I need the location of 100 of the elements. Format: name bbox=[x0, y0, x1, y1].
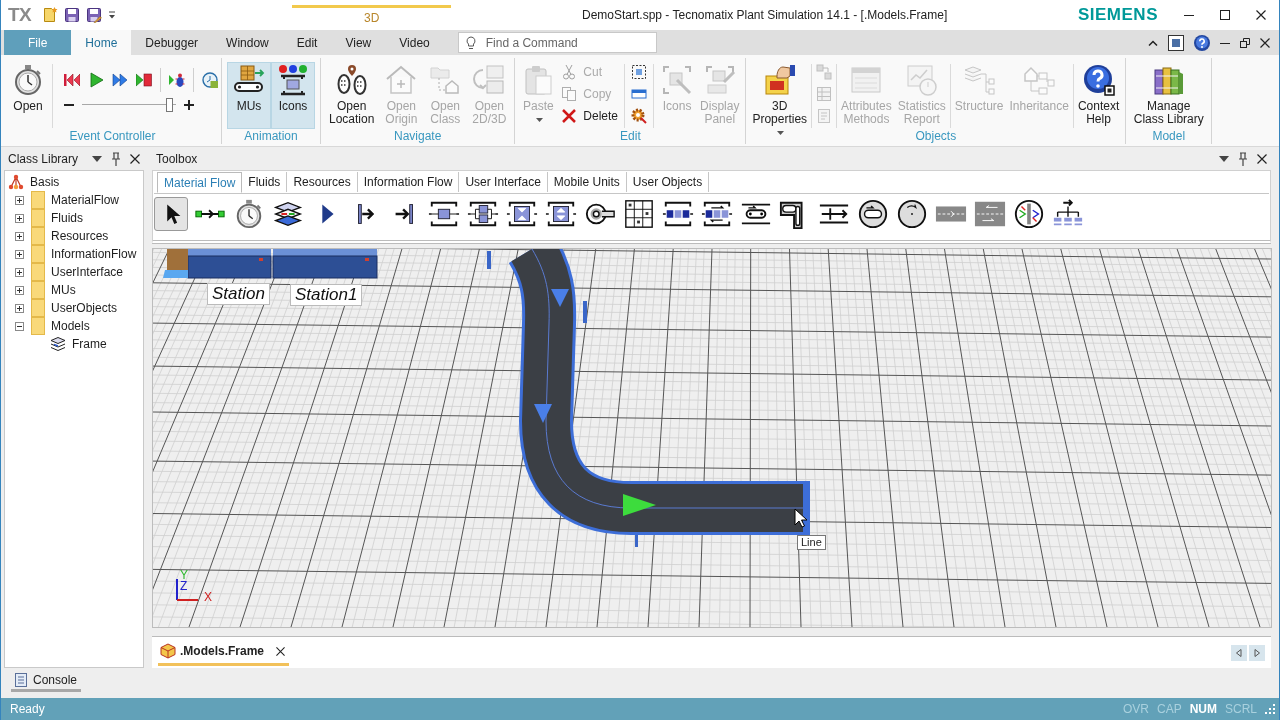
help-icon[interactable] bbox=[1194, 34, 1210, 51]
scroll-right-icon[interactable] bbox=[1249, 644, 1265, 661]
slider-thumb[interactable] bbox=[166, 98, 174, 112]
context-help-button[interactable]: Context Help bbox=[1074, 62, 1123, 129]
toolbox-tab[interactable]: Information Flow bbox=[357, 172, 460, 192]
swap-tiles-icon bbox=[473, 64, 506, 96]
station-model[interactable] bbox=[272, 249, 378, 279]
expand-icon[interactable] bbox=[15, 303, 24, 313]
panel-title: Class Library bbox=[8, 152, 79, 166]
document-tab[interactable]: .Models.Frame bbox=[158, 639, 290, 666]
toolbox-tab[interactable]: Resources bbox=[287, 172, 358, 192]
conveyor-line[interactable] bbox=[508, 249, 810, 535]
collapse-icon[interactable] bbox=[15, 321, 24, 331]
toolbox-tab[interactable]: User Interface bbox=[459, 172, 548, 192]
tree-item[interactable]: MaterialFlow bbox=[49, 193, 119, 207]
pin-icon[interactable] bbox=[111, 152, 121, 166]
ribbon-tab[interactable]: Video bbox=[385, 30, 444, 55]
tree-item[interactable]: MUs bbox=[49, 283, 76, 297]
fast-forward-icon[interactable] bbox=[112, 72, 128, 88]
axis-gizmo-icon bbox=[176, 579, 198, 601]
expand-icon[interactable] bbox=[15, 195, 24, 205]
expand-icon[interactable] bbox=[15, 213, 24, 223]
expand-icon[interactable] bbox=[15, 285, 24, 295]
tree-item[interactable]: UserObjects bbox=[49, 301, 118, 315]
clock-icon[interactable] bbox=[202, 72, 218, 88]
inheritance-icon bbox=[1023, 64, 1056, 96]
close-icon[interactable] bbox=[1257, 154, 1267, 164]
bug-icon[interactable] bbox=[169, 72, 185, 88]
ribbon-tab[interactable]: Edit bbox=[282, 30, 332, 55]
axis-label: Y bbox=[180, 569, 188, 581]
scroll-left-icon[interactable] bbox=[1231, 644, 1247, 661]
status-indicator: NUM bbox=[1189, 702, 1217, 716]
toolbox-tab[interactable]: Mobile Units bbox=[547, 172, 627, 192]
status-indicator: SCRL bbox=[1225, 702, 1257, 716]
tree-item[interactable]: UserInterface bbox=[49, 265, 124, 279]
delete-button[interactable]: Delete bbox=[558, 107, 622, 125]
group-label: Model bbox=[1152, 129, 1186, 143]
panel-icon[interactable] bbox=[631, 86, 648, 102]
expand-icon[interactable] bbox=[15, 231, 24, 241]
window-title: DemoStart.spp - Tecnomatix Plant Simulation 14.1 - [.Models.Frame] bbox=[582, 8, 948, 22]
pin-icon[interactable] bbox=[1238, 152, 1248, 166]
tree-item[interactable]: InformationFlow bbox=[49, 247, 137, 261]
ribbon-tab[interactable]: View bbox=[331, 30, 386, 55]
play-square-icon[interactable] bbox=[136, 72, 152, 88]
mus-toggle-button[interactable]: MUs bbox=[227, 62, 271, 129]
support-leg bbox=[635, 535, 638, 547]
icons-toggle-button[interactable]: Icons bbox=[271, 62, 315, 129]
ribbon-tab[interactable]: Home bbox=[71, 30, 132, 55]
new-file-icon[interactable] bbox=[42, 7, 59, 23]
brand-logo: SIEMENS bbox=[1077, 5, 1158, 25]
station-model[interactable] bbox=[187, 249, 272, 279]
toolbox-tab[interactable]: User Objects bbox=[626, 172, 710, 192]
save-as-icon[interactable] bbox=[86, 7, 103, 23]
play-icon[interactable] bbox=[88, 72, 104, 88]
tree-item[interactable]: Fluids bbox=[49, 211, 83, 225]
toolbox-tab[interactable]: Material Flow bbox=[157, 172, 243, 193]
folder-house-icon bbox=[429, 64, 462, 96]
collapse-ribbon-icon[interactable] bbox=[1148, 39, 1158, 46]
open-button[interactable]: Open bbox=[7, 62, 49, 129]
dots-frame-icon bbox=[277, 64, 309, 96]
tree-item[interactable]: Basis bbox=[28, 175, 60, 189]
search-field[interactable]: Find a Command bbox=[457, 32, 657, 53]
ribbon-tab[interactable]: Debugger bbox=[131, 30, 213, 55]
manage-class-library-button[interactable]: Manage Class Library bbox=[1129, 62, 1209, 129]
crossing-icon[interactable] bbox=[1012, 197, 1046, 231]
station-label: Station bbox=[207, 283, 270, 305]
house-icon bbox=[385, 64, 418, 96]
close-icon[interactable] bbox=[1260, 37, 1270, 48]
expand-icon[interactable] bbox=[15, 249, 24, 259]
save-icon[interactable] bbox=[64, 7, 81, 23]
close-icon[interactable] bbox=[130, 154, 140, 164]
grid-store-icon[interactable] bbox=[622, 197, 656, 231]
close-icon[interactable] bbox=[276, 646, 286, 656]
fit-window-icon[interactable] bbox=[1168, 34, 1184, 51]
dotted-frame-icon[interactable] bbox=[631, 64, 648, 80]
restore-icon[interactable] bbox=[1240, 37, 1250, 48]
maximize-icon[interactable] bbox=[1220, 10, 1230, 20]
group-label: Animation bbox=[244, 129, 298, 143]
expand-icon[interactable] bbox=[15, 267, 24, 277]
plus-icon[interactable] bbox=[184, 100, 194, 110]
dropdown-icon[interactable] bbox=[92, 156, 102, 162]
close-icon[interactable] bbox=[1256, 10, 1266, 20]
tree-item[interactable]: Models bbox=[49, 319, 90, 333]
toolbox-tab[interactable]: Fluids bbox=[242, 172, 288, 192]
gear-icon[interactable] bbox=[631, 108, 648, 124]
app-logo: TX bbox=[8, 4, 32, 26]
properties-3d-button[interactable]: 3D Properties bbox=[749, 62, 811, 129]
layers-icon bbox=[50, 336, 66, 352]
pointer-icon[interactable] bbox=[154, 197, 188, 231]
tree-item[interactable]: Frame bbox=[70, 337, 107, 351]
console-tab[interactable]: Console bbox=[11, 670, 82, 692]
clipboard-icon bbox=[522, 64, 555, 96]
rewind-icon[interactable] bbox=[64, 72, 80, 88]
ribbon-tab[interactable]: Window bbox=[212, 30, 283, 55]
turnplate-icon[interactable] bbox=[895, 197, 929, 231]
open-location-button[interactable]: Open Location bbox=[324, 62, 380, 129]
tree-item[interactable]: Resources bbox=[49, 229, 109, 243]
turntable-icon[interactable] bbox=[856, 197, 890, 231]
dropdown-icon[interactable] bbox=[1219, 156, 1229, 162]
customize-menu-icon[interactable] bbox=[108, 11, 117, 19]
